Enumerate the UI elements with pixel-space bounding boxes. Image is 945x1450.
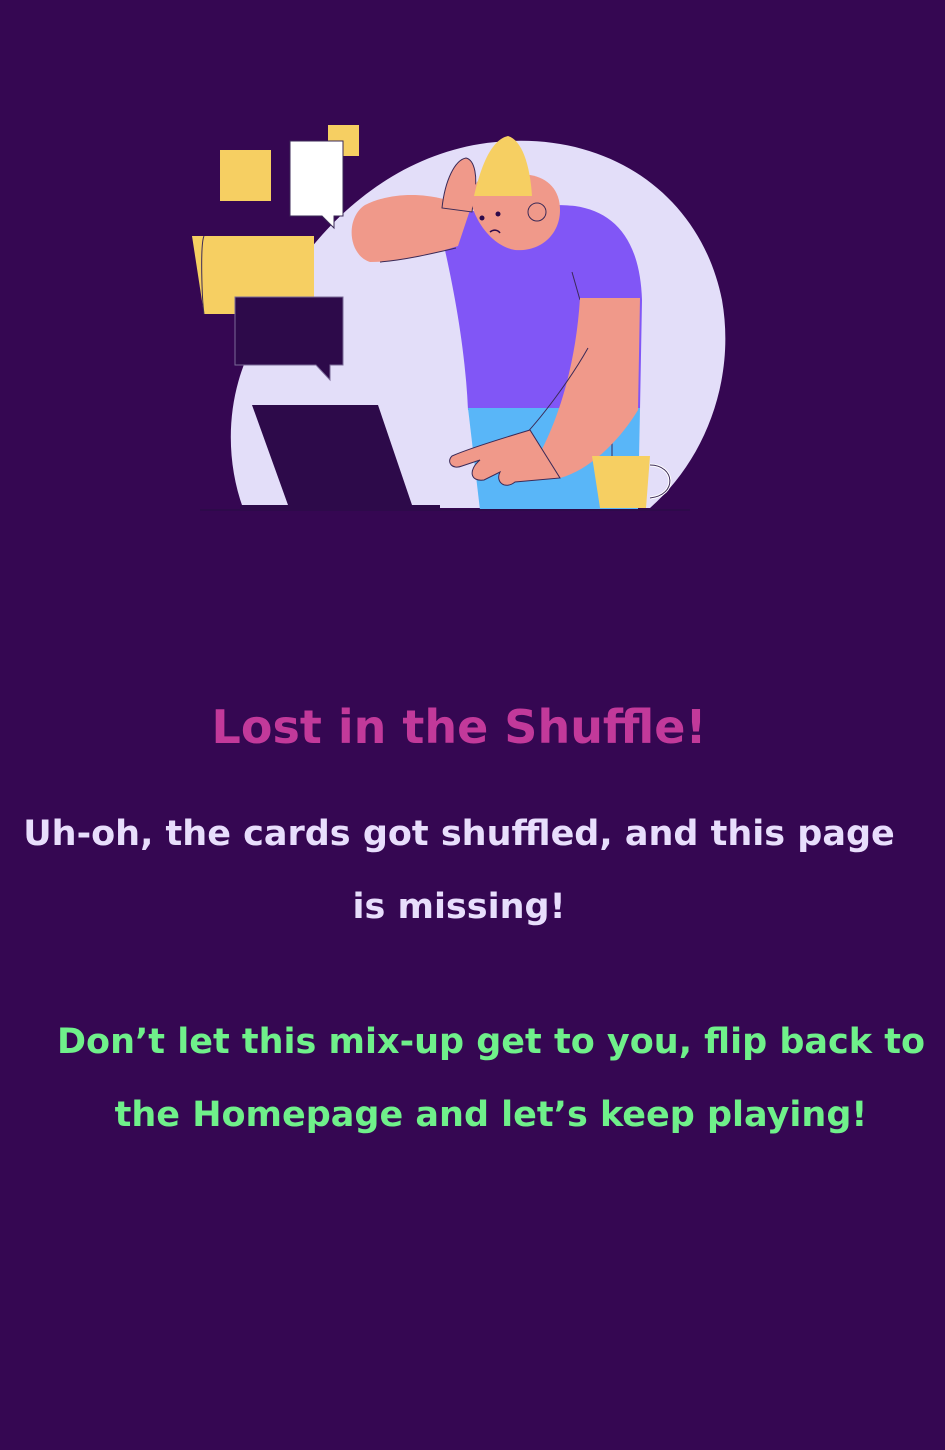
coffee-cup — [592, 456, 650, 508]
yellow-square — [220, 150, 271, 201]
error-message: Uh-oh, the cards got shuffled, and this … — [23, 814, 895, 927]
homepage-prompt-after: and let’s keep playing! — [403, 1095, 868, 1135]
homepage-link[interactable]: Homepage — [192, 1095, 403, 1135]
white-speech-bubble — [289, 140, 344, 230]
desk — [200, 509, 690, 511]
page-title: Lost in the Shuffle! — [211, 700, 707, 754]
homepage-prompt: Don’t let this mix-up get to you, flip b… — [30, 1006, 945, 1152]
confused-person-illustration — [0, 0, 945, 560]
